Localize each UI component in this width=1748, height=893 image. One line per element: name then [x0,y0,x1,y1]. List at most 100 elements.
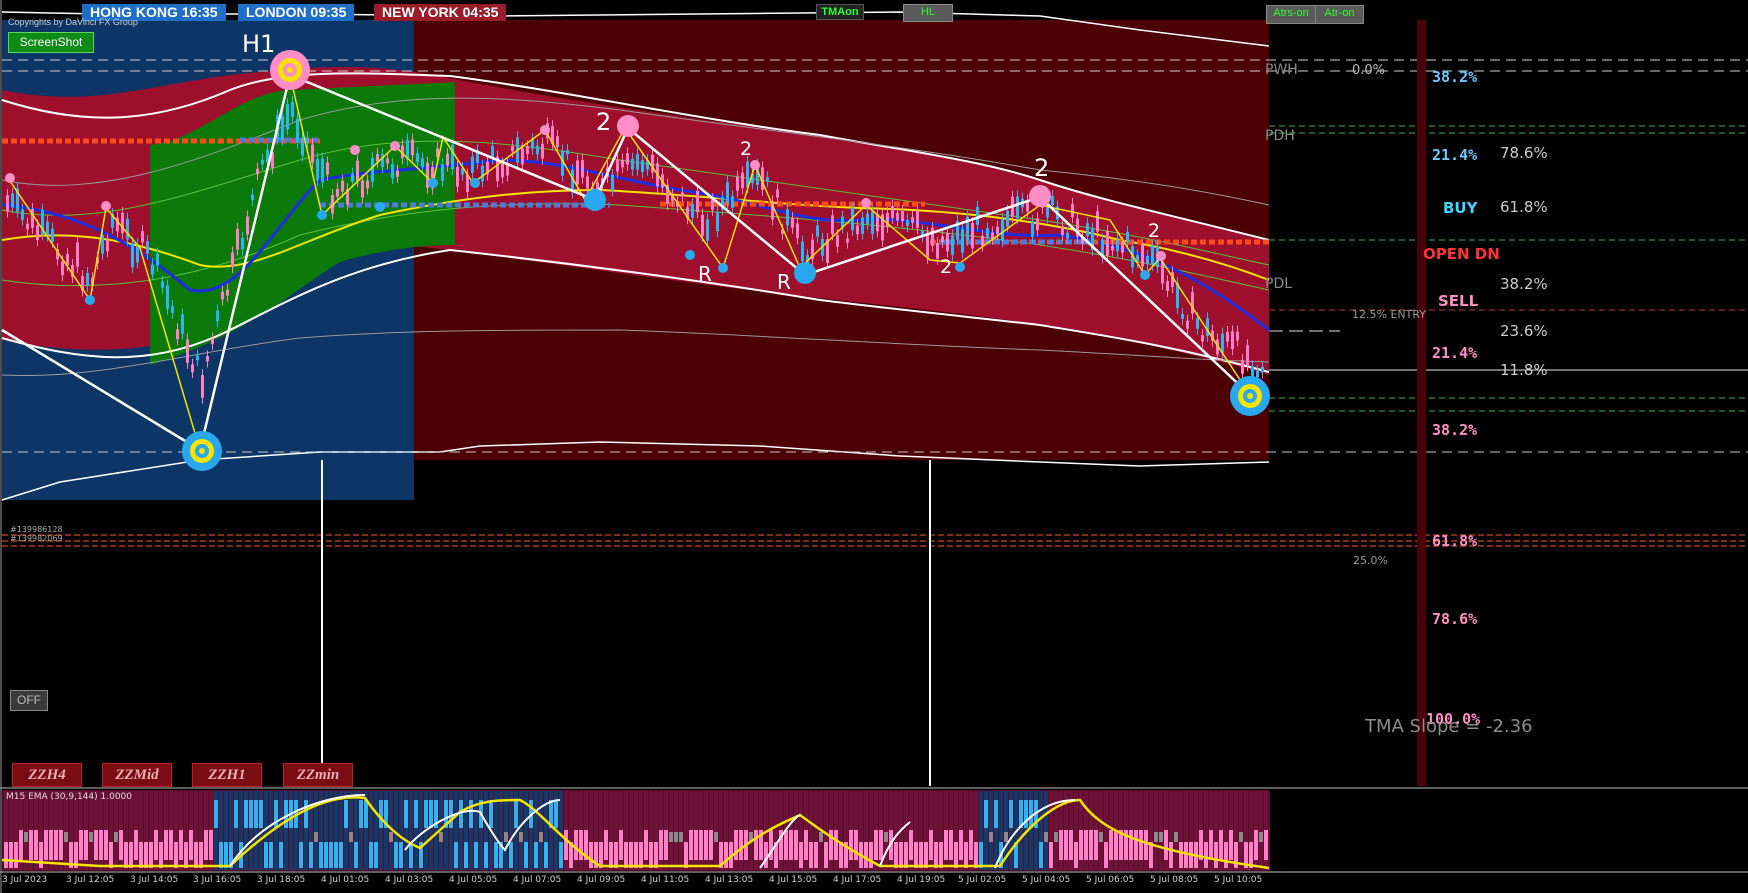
histogram-bar [1179,842,1183,868]
histogram-bar [574,830,578,860]
histogram-bar [1099,832,1103,842]
tma-slope-label: TMA Slope = -2.36 [1365,716,1533,737]
off-button[interactable]: OFF [10,690,48,711]
candle-body [156,253,159,266]
x-axis-tick-label: 3 Jul 16:05 [193,875,242,885]
histogram-bg-bar [89,791,93,870]
histogram-bar [524,842,528,868]
candle-body [201,375,204,398]
histogram-bar [259,800,263,828]
histogram-bar [194,842,198,868]
histogram-bar [609,842,613,868]
histogram-bar [989,832,993,842]
candle-body [191,364,194,373]
candle-body [1236,331,1239,341]
histogram-bar [1069,830,1073,860]
candle-body [281,115,284,140]
candle-body [441,164,444,182]
candle-body [1066,232,1069,239]
histogram-bar [424,800,428,828]
candle-body [386,158,389,164]
histogram-bar [1054,832,1058,842]
histogram-bar [454,842,458,868]
histogram-bar [484,842,488,868]
tma-on-button[interactable]: TMAon [816,4,864,20]
histogram-bar [1094,830,1098,860]
atrs-on-button[interactable]: Atrs-on [1266,5,1316,24]
copyright-text: Copyrights by DaVinci FX Group [8,17,138,27]
histogram-bar [624,842,628,868]
histogram-bar [19,830,23,860]
candle-body [1086,223,1089,237]
histogram-bar [519,832,523,842]
candle-body [1071,203,1074,218]
candle-body [961,228,964,253]
histogram-bar [24,832,28,842]
histogram-bar [924,842,928,868]
zz-min-button[interactable]: ZZmin [283,763,353,787]
histogram-bar [1209,830,1213,860]
candle-body [1246,345,1249,366]
atr-on-button[interactable]: Atr-on [1315,5,1364,24]
histogram-bar [1089,830,1093,860]
candle-body [1201,335,1204,342]
zz-h1-button[interactable]: ZZH1 [192,763,262,787]
histogram-bg-bar [669,791,673,870]
candle-body [706,219,709,241]
histogram-bar [1214,842,1218,868]
price-chart[interactable] [0,0,1748,893]
histogram-bar [619,830,623,860]
candle-body [586,176,589,189]
histogram-bar [669,832,673,842]
histogram-bar [334,842,338,868]
candle-body [351,173,354,182]
buy-signal: BUY [1443,199,1478,217]
candle-body [396,170,399,177]
candle-body [916,210,919,228]
candle-body [1006,210,1009,227]
wave-label-r1: R [698,262,712,286]
wave-label-2e: 2 [1148,220,1161,242]
screenshot-button[interactable]: ScreenShot [8,32,94,53]
candle-body [321,158,324,183]
histogram-bar [429,800,433,828]
candle-body [86,273,89,286]
candle-body [1116,239,1119,252]
candle-body [871,211,874,235]
candle-body [216,310,219,322]
histogram-bg-bar [1239,791,1243,870]
x-axis-tick-label: 5 Jul 02:05 [958,875,1007,885]
candle-body [1141,244,1144,267]
candle-body [66,253,69,266]
candle-body [931,227,934,246]
histogram-bar [544,842,548,868]
histogram-bg-bar [539,791,543,870]
candle-body [766,177,769,182]
histogram-bar [969,830,973,860]
session-london: LONDON 09:35 [238,4,355,21]
histogram-bar [1169,842,1173,868]
zz-mid-button[interactable]: ZZMid [102,763,172,787]
histogram-bar [1224,842,1228,868]
histogram-bar [764,842,768,868]
histogram-bar [244,800,248,828]
candle-body [711,199,714,210]
candle-body [146,241,149,254]
histogram-bar [1239,832,1243,842]
candle-body [1226,332,1229,342]
pdl-label: PDL [1265,276,1293,292]
candle-body [901,211,904,222]
histogram-bar [34,830,38,860]
candle-body [1121,242,1124,253]
hl-button[interactable]: HL [903,4,953,22]
histogram-bar [319,842,323,868]
histogram-bar [114,832,118,842]
zz-h4-button[interactable]: ZZH4 [12,763,82,787]
fib-left-38-bottom: 38.2% [1432,421,1478,439]
histogram-bar [694,830,698,860]
histogram-bar [1229,830,1233,860]
histogram-bar [314,832,318,842]
candle-body [211,338,214,344]
histogram-bar [874,830,878,860]
fib-right-23: 23.6% [1500,322,1548,340]
